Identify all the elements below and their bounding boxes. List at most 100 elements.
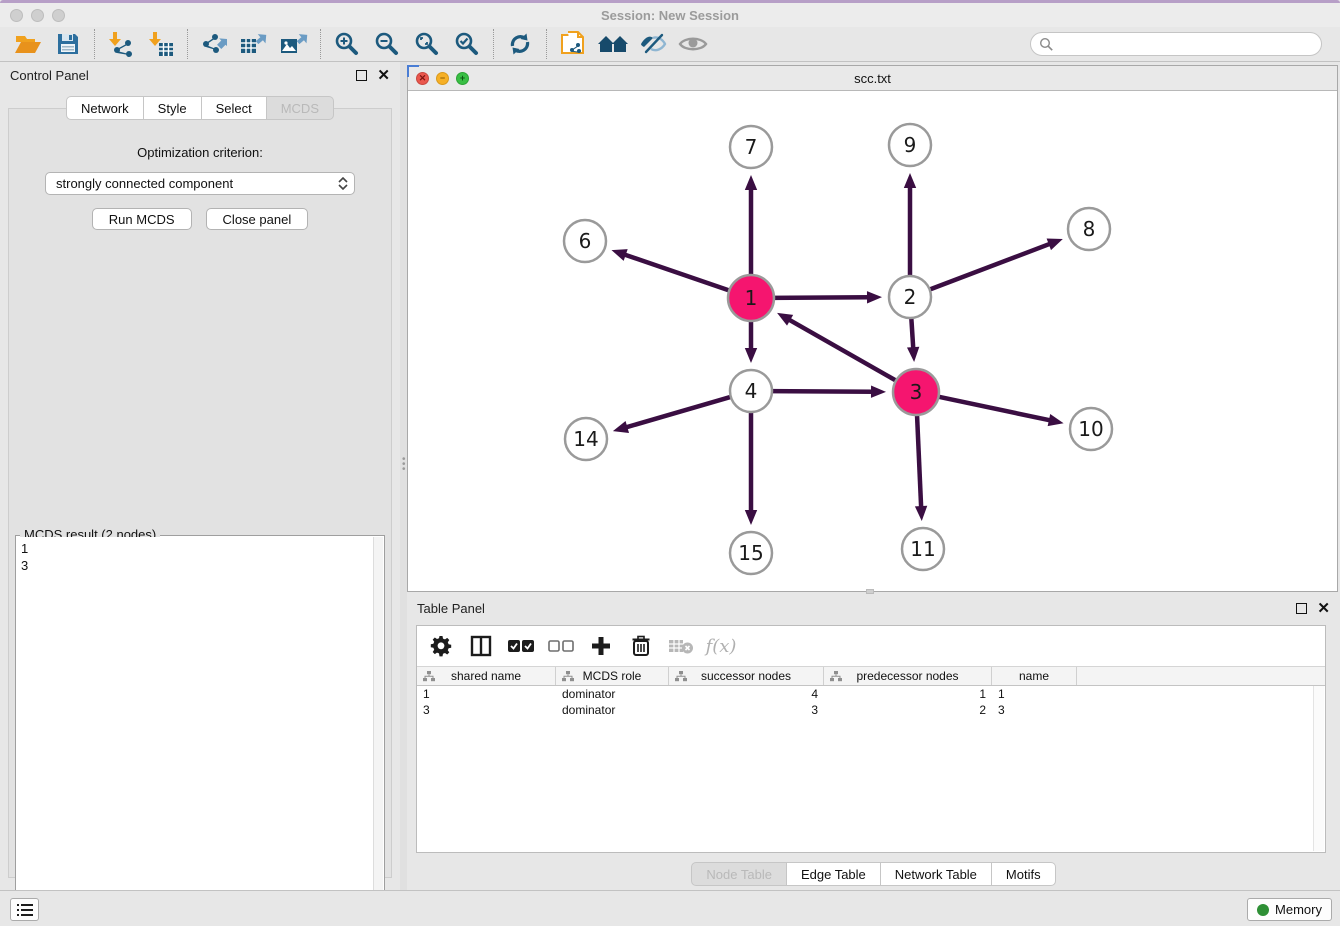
home-icon[interactable] [593, 28, 633, 60]
graph-edge-arrow [745, 510, 757, 525]
table-cell[interactable]: 3 [992, 702, 1077, 718]
network-resize-grip[interactable] [866, 589, 874, 594]
column-header-MCDS-role[interactable]: MCDS role [556, 667, 669, 685]
tab-network[interactable]: Network [66, 96, 144, 120]
graph-edge-3-11[interactable] [917, 413, 921, 509]
run-mcds-button[interactable]: Run MCDS [92, 208, 192, 230]
table-cell[interactable]: 3 [669, 702, 824, 718]
graph-edge-arrow [1048, 414, 1064, 426]
table-close-panel-icon[interactable]: ✕ [1317, 601, 1330, 616]
tab-style[interactable]: Style [144, 96, 202, 120]
graph-node-label: 11 [910, 537, 935, 561]
tab-edge-table[interactable]: Edge Table [787, 862, 881, 886]
refresh-icon[interactable] [500, 28, 540, 60]
search-icon [1039, 37, 1054, 52]
minimize-window-icon[interactable] [31, 9, 44, 22]
save-session-icon[interactable] [48, 28, 88, 60]
tab-motifs[interactable]: Motifs [992, 862, 1056, 886]
graph-node-label: 7 [745, 135, 758, 159]
table-row[interactable]: 1dominator411 [417, 686, 1325, 702]
window-title: Session: New Session [0, 8, 1340, 23]
graph-edge-2-8[interactable] [928, 243, 1052, 290]
graph-edge-1-2[interactable] [772, 297, 870, 298]
graph-edge-1-6[interactable] [623, 254, 731, 291]
table-cell[interactable]: 2 [824, 702, 992, 718]
application-window: Session: New Session [0, 0, 1340, 926]
optimization-criterion-select[interactable]: strongly connected component [45, 172, 355, 195]
table-row[interactable]: 3dominator323 [417, 702, 1325, 718]
export-table-icon[interactable] [234, 28, 274, 60]
column-header-predecessor-nodes[interactable]: predecessor nodes [824, 667, 992, 685]
network-maximize-icon[interactable]: + [456, 72, 469, 85]
column-header-shared-name[interactable]: shared name [417, 667, 556, 685]
graph-edge-arrow [745, 348, 757, 363]
tab-node-table[interactable]: Node Table [691, 862, 787, 886]
mcds-result-scrollbar[interactable] [373, 537, 383, 909]
export-image-icon[interactable] [274, 28, 314, 60]
maximize-window-icon[interactable] [52, 9, 65, 22]
mcds-result-text[interactable]: 1 3 [17, 537, 373, 909]
show-hide-icon[interactable] [673, 28, 713, 60]
table-toolbar: f(x) [417, 626, 1325, 666]
graph-edge-4-14[interactable] [624, 396, 732, 428]
status-bar: Memory [0, 890, 1340, 926]
task-history-button[interactable] [10, 898, 39, 921]
memory-button[interactable]: Memory [1247, 898, 1332, 921]
graph-node-label: 10 [1078, 417, 1103, 441]
network-minimize-icon[interactable]: − [436, 72, 449, 85]
select-all-rows-icon[interactable] [507, 632, 535, 660]
delete-column-trash-icon[interactable] [627, 632, 655, 660]
export-network-icon[interactable] [194, 28, 234, 60]
control-panel-title: Control Panel [10, 68, 89, 83]
import-table-icon[interactable] [141, 28, 181, 60]
select-columns-icon[interactable] [467, 632, 495, 660]
function-builder-icon[interactable]: f(x) [707, 632, 735, 660]
column-header-name[interactable]: name [992, 667, 1077, 685]
zoom-selected-icon[interactable] [447, 28, 487, 60]
close-window-icon[interactable] [10, 9, 23, 22]
optimization-criterion-value: strongly connected component [56, 176, 233, 191]
panel-splitter[interactable]: ••• [400, 62, 407, 890]
graph-edge-4-3[interactable] [770, 391, 874, 392]
search-input[interactable] [1054, 34, 1321, 54]
network-view-titlebar[interactable]: ✕ − + scc.txt [408, 66, 1337, 91]
zoom-in-icon[interactable] [327, 28, 367, 60]
search-field[interactable] [1030, 32, 1322, 56]
optimization-criterion-label: Optimization criterion: [9, 145, 391, 160]
table-cell[interactable]: 1 [992, 686, 1077, 702]
table-cell[interactable]: 1 [824, 686, 992, 702]
network-canvas[interactable]: 7968124314101511 [408, 91, 1337, 591]
graph-node-label: 6 [579, 229, 592, 253]
clone-network-icon[interactable] [553, 28, 593, 60]
tab-network-table[interactable]: Network Table [881, 862, 992, 886]
import-network-icon[interactable] [101, 28, 141, 60]
graph-edge-2-3[interactable] [911, 316, 913, 350]
zoom-out-icon[interactable] [367, 28, 407, 60]
table-cell[interactable]: dominator [556, 702, 669, 718]
delete-table-icon[interactable] [667, 632, 695, 660]
graph-edge-3-10[interactable] [937, 396, 1052, 420]
graph-edge-3-1[interactable] [787, 319, 897, 382]
column-header-successor-nodes[interactable]: successor nodes [669, 667, 824, 685]
titlebar: Session: New Session [0, 3, 1340, 27]
close-panel-icon[interactable]: ✕ [377, 68, 390, 83]
zoom-fit-icon[interactable] [407, 28, 447, 60]
open-file-icon[interactable] [8, 28, 48, 60]
float-panel-icon[interactable] [356, 70, 367, 81]
show-style-icon[interactable] [633, 28, 673, 60]
add-column-icon[interactable] [587, 632, 615, 660]
table-scrollbar[interactable] [1313, 686, 1324, 851]
table-cell[interactable]: 4 [669, 686, 824, 702]
table-float-panel-icon[interactable] [1296, 603, 1307, 614]
graph-node-label: 8 [1083, 217, 1096, 241]
network-view-window: ✕ − + scc.txt 7968124314101511 [407, 65, 1338, 592]
graph-edge-arrow [867, 291, 882, 303]
deselect-all-rows-icon[interactable] [547, 632, 575, 660]
tab-select[interactable]: Select [202, 96, 267, 120]
table-cell[interactable]: 3 [417, 702, 556, 718]
close-panel-button[interactable]: Close panel [206, 208, 309, 230]
tab-mcds[interactable]: MCDS [267, 96, 334, 120]
table-cell[interactable]: dominator [556, 686, 669, 702]
table-settings-gear-icon[interactable] [427, 632, 455, 660]
table-cell[interactable]: 1 [417, 686, 556, 702]
